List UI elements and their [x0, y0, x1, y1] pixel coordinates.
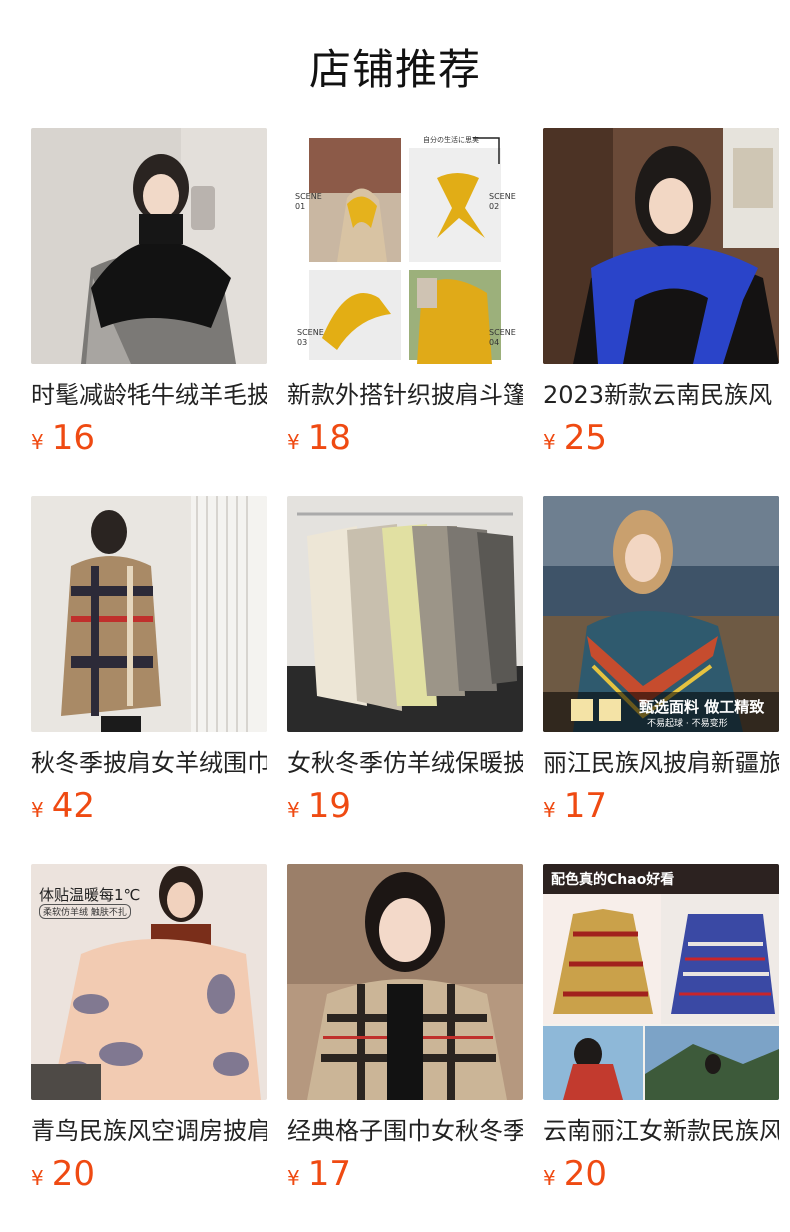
- image-text: 柔软仿羊绒 触肤不扎: [39, 904, 131, 919]
- currency-symbol: ¥: [543, 1166, 556, 1190]
- currency-symbol: ¥: [31, 1166, 44, 1190]
- product-name[interactable]: 2023新款云南民族风: [543, 378, 779, 412]
- price-value: 18: [307, 418, 351, 458]
- product-card[interactable]: 秋冬季披肩女羊绒围巾 ¥42: [31, 496, 267, 864]
- product-name[interactable]: 女秋冬季仿羊绒保暖披: [287, 746, 523, 780]
- product-image[interactable]: 自分の生活に思実 SCENE 01 SCENE 02 SCENE 03 SCEN…: [287, 128, 523, 364]
- currency-symbol: ¥: [31, 798, 44, 822]
- product-image[interactable]: [31, 496, 267, 732]
- product-price: ¥16: [31, 418, 267, 458]
- currency-symbol: ¥: [287, 798, 300, 822]
- product-name[interactable]: 经典格子围巾女秋冬季: [287, 1114, 523, 1148]
- product-card[interactable]: 女秋冬季仿羊绒保暖披 ¥19: [287, 496, 523, 864]
- product-card[interactable]: 2023新款云南民族风 ¥25: [543, 128, 779, 496]
- product-image[interactable]: [287, 864, 523, 1100]
- product-price: ¥25: [543, 418, 779, 458]
- product-image[interactable]: [287, 496, 523, 732]
- image-text: 自分の生活に思実: [423, 136, 479, 144]
- image-text: SCENE 01: [295, 192, 322, 211]
- product-card[interactable]: 甄选面料 做工精致 不易起球 · 不易变形 丽江民族风披肩新疆旅 ¥17: [543, 496, 779, 864]
- product-card[interactable]: 经典格子围巾女秋冬季 ¥17: [287, 864, 523, 1232]
- product-image[interactable]: [543, 128, 779, 364]
- price-value: 19: [307, 786, 351, 826]
- image-text: 配色真的Chao好看: [551, 872, 675, 888]
- currency-symbol: ¥: [287, 430, 300, 454]
- image-text: SCENE 03: [297, 328, 324, 347]
- product-image[interactable]: 配色真的Chao好看: [543, 864, 779, 1100]
- product-grid: 时髦减龄牦牛绒羊毛披肩 ¥16 自分の生活に思実 S: [31, 128, 779, 1232]
- image-text: SCENE 04: [489, 328, 516, 347]
- product-image[interactable]: 甄选面料 做工精致 不易起球 · 不易变形: [543, 496, 779, 732]
- image-text: 甄选面料 做工精致: [639, 698, 765, 716]
- product-price: ¥42: [31, 786, 267, 826]
- price-value: 42: [51, 786, 95, 826]
- image-text: 体贴温暖每1℃: [39, 886, 141, 904]
- product-price: ¥17: [287, 1154, 523, 1194]
- product-card[interactable]: 时髦减龄牦牛绒羊毛披肩 ¥16: [31, 128, 267, 496]
- product-name[interactable]: 秋冬季披肩女羊绒围巾: [31, 746, 267, 780]
- currency-symbol: ¥: [287, 1166, 300, 1190]
- product-card[interactable]: 自分の生活に思実 SCENE 01 SCENE 02 SCENE 03 SCEN…: [287, 128, 523, 496]
- product-name[interactable]: 新款外搭针织披肩斗篷: [287, 378, 523, 412]
- product-price: ¥17: [543, 786, 779, 826]
- image-text: 不易起球 · 不易变形: [647, 719, 728, 729]
- currency-symbol: ¥: [543, 798, 556, 822]
- product-image[interactable]: 体贴温暖每1℃ 柔软仿羊绒 触肤不扎: [31, 864, 267, 1100]
- product-price: ¥20: [543, 1154, 779, 1194]
- image-text: SCENE 02: [489, 192, 516, 211]
- product-card[interactable]: 体贴温暖每1℃ 柔软仿羊绒 触肤不扎 青鸟民族风空调房披肩 ¥20: [31, 864, 267, 1232]
- product-price: ¥18: [287, 418, 523, 458]
- price-value: 17: [307, 1154, 351, 1194]
- product-price: ¥19: [287, 786, 523, 826]
- product-image[interactable]: [31, 128, 267, 364]
- price-value: 17: [563, 786, 607, 826]
- price-value: 16: [51, 418, 95, 458]
- product-name[interactable]: 青鸟民族风空调房披肩: [31, 1114, 267, 1148]
- product-price: ¥20: [31, 1154, 267, 1194]
- currency-symbol: ¥: [543, 430, 556, 454]
- currency-symbol: ¥: [31, 430, 44, 454]
- price-value: 20: [51, 1154, 95, 1194]
- price-value: 25: [563, 418, 607, 458]
- product-name[interactable]: 时髦减龄牦牛绒羊毛披肩: [31, 378, 267, 412]
- product-name[interactable]: 云南丽江女新款民族风: [543, 1114, 779, 1148]
- page-title: 店铺推荐: [308, 45, 481, 94]
- price-value: 20: [563, 1154, 607, 1194]
- product-card[interactable]: 配色真的Chao好看 云南丽江女新款民族风 ¥20: [543, 864, 779, 1232]
- product-name[interactable]: 丽江民族风披肩新疆旅: [543, 746, 779, 780]
